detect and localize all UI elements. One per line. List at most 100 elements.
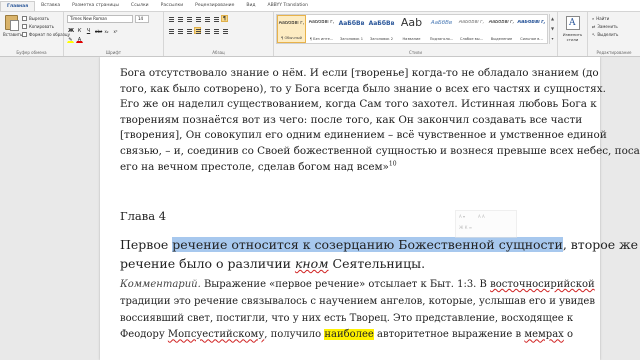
copy-button[interactable]: Копировать xyxy=(22,24,54,29)
commentary-label: Комментарий. xyxy=(120,279,201,290)
bold-icon: Ж К ≡ xyxy=(459,225,473,230)
tab-abbyy[interactable]: ABBYY Translation xyxy=(261,1,313,11)
selected-text[interactable]: речение относится к созерцанию Божествен… xyxy=(172,237,563,252)
document-page[interactable]: Бога отсутствовало знание о нём. И если … xyxy=(100,57,640,360)
align-right-icon xyxy=(187,29,192,34)
multilevel-list-icon xyxy=(187,17,192,22)
select-button[interactable]: ↖ Выделить xyxy=(592,32,618,37)
style-sample: АаБбВв xyxy=(368,20,395,27)
highlighted-text[interactable]: наиболее xyxy=(324,329,374,341)
align-left-icon xyxy=(169,29,174,34)
strikethrough-button[interactable]: abc xyxy=(94,27,102,34)
increase-indent-icon xyxy=(205,17,210,22)
find-button[interactable]: ⌕ Найти xyxy=(592,16,609,21)
text-line: воссиявший свет, постигли, что у них ест… xyxy=(120,312,574,324)
superscript-button[interactable]: x² xyxy=(112,27,119,34)
italic-button[interactable]: К xyxy=(76,27,83,34)
text-run: , получило xyxy=(264,329,325,341)
tab-mailings[interactable]: Рассылки xyxy=(155,1,190,11)
style-heading-2[interactable]: АаБбВв Заголовок 2 xyxy=(367,15,396,43)
document-area[interactable]: Бога отсутствовало знание о нём. И если … xyxy=(0,57,640,360)
ribbon: Главная Вставка Разметка страницы Ссылки… xyxy=(0,0,640,57)
bullets-button[interactable] xyxy=(167,15,174,22)
paste-button[interactable]: Вставить xyxy=(3,15,22,41)
style-subtitle[interactable]: АаБбВв Подзаголо... xyxy=(427,15,456,43)
underline-button[interactable]: Ч xyxy=(85,27,92,34)
style-subtle-emphasis[interactable]: АаБбВвГг, Слабое вы... xyxy=(457,15,486,43)
sort-button[interactable] xyxy=(212,15,219,22)
font-name-select[interactable]: Times New Roman xyxy=(67,15,133,23)
line-spacing-button[interactable] xyxy=(203,27,210,34)
style-heading-1[interactable]: АаБбВв Заголовок 1 xyxy=(337,15,366,43)
change-styles-button[interactable]: Изменить стили xyxy=(558,12,588,56)
style-name: Выделение xyxy=(490,37,513,41)
paragraph-group-label: Абзац xyxy=(212,50,225,55)
editing-group-label: Редактирование xyxy=(596,50,632,55)
style-name: Название xyxy=(402,37,421,41)
bold-button[interactable]: Ж xyxy=(67,27,74,34)
select-label: Выделить xyxy=(597,32,619,37)
spelling-error[interactable]: Мопсуестийскому xyxy=(168,329,264,340)
tab-page-layout[interactable]: Разметка страницы xyxy=(66,1,125,11)
borders-button[interactable] xyxy=(221,27,228,34)
increase-indent-button[interactable] xyxy=(203,15,210,22)
text-run: о xyxy=(563,329,574,341)
style-name: Заголовок 1 xyxy=(339,37,363,41)
align-left-button[interactable] xyxy=(167,27,174,34)
shading-icon xyxy=(214,29,219,34)
style-name: ¶ Обычный xyxy=(281,36,302,40)
style-sample: АаБбВв xyxy=(430,20,453,26)
multilevel-list-button[interactable] xyxy=(185,15,192,22)
brush-icon xyxy=(22,32,27,37)
font-size-select[interactable]: 14 xyxy=(135,15,149,23)
style-emphasis[interactable]: АаБбВвГг, Выделение xyxy=(487,15,516,43)
spelling-error[interactable]: кном xyxy=(295,256,329,271)
text-line: Бога отсутствовало знание о нём. И если … xyxy=(120,67,599,79)
font-group-label: Шрифт xyxy=(105,50,122,55)
style-name: Сильное в... xyxy=(520,37,543,41)
highlight-color-button[interactable]: ✎ xyxy=(67,36,74,43)
align-right-button[interactable] xyxy=(185,27,192,34)
cut-label: Вырезать xyxy=(29,16,50,21)
style-name: Заголовок 2 xyxy=(369,37,393,41)
numbering-button[interactable] xyxy=(176,15,183,22)
decrease-indent-button[interactable] xyxy=(194,15,201,22)
align-center-icon xyxy=(178,29,183,34)
style-title[interactable]: Aab Название xyxy=(397,15,426,43)
replace-button[interactable]: ⇄ Заменить xyxy=(592,24,618,29)
styles-gallery: АаБбВвГг, ¶ Обычный АаБбВвГг, ¶ Без инте… xyxy=(276,14,548,44)
shading-button[interactable] xyxy=(212,27,219,34)
tab-insert[interactable]: Вставка xyxy=(35,1,66,11)
justify-button[interactable] xyxy=(194,27,201,34)
paste-icon xyxy=(5,15,19,31)
text-line: его на вечном престоле, сделав богом над… xyxy=(120,160,562,176)
floating-mini-toolbar[interactable]: A ▾ A A Ж К ≡ xyxy=(455,210,517,238)
gallery-scroll-button[interactable]: ▲ ▼ ▾ xyxy=(549,14,555,44)
style-normal[interactable]: АаБбВвГг, ¶ Обычный xyxy=(277,15,306,43)
footnote-ref[interactable]: 10 xyxy=(389,160,397,167)
tab-references[interactable]: Ссылки xyxy=(125,1,155,11)
text-run: речение было о различии xyxy=(120,256,295,271)
format-painter-button[interactable]: Формат по образцу xyxy=(22,32,70,37)
style-sample: АаБбВвГг, xyxy=(458,20,485,25)
text-run: , второе же xyxy=(562,237,639,252)
font-icon: A ▾ xyxy=(459,214,466,219)
style-intense-emphasis[interactable]: АаБбВвГг, Сильное в... xyxy=(517,15,546,43)
text-line: творениям познаётся вот из чего: после т… xyxy=(120,113,583,126)
show-marks-button[interactable]: ¶ xyxy=(221,15,228,22)
spelling-error[interactable]: мемрах xyxy=(524,329,563,340)
find-label: Найти xyxy=(596,16,610,21)
align-center-button[interactable] xyxy=(176,27,183,34)
subscript-button[interactable]: x₂ xyxy=(103,27,110,34)
text-run: авторитетное выражение в xyxy=(373,329,525,341)
font-color-button[interactable]: А xyxy=(76,36,83,43)
styles-group: АаБбВвГг, ¶ Обычный АаБбВвГг, ¶ Без инте… xyxy=(274,12,558,56)
cut-button[interactable]: Вырезать xyxy=(22,16,49,21)
tab-view[interactable]: Вид xyxy=(240,1,261,11)
tab-home[interactable]: Главная xyxy=(0,1,36,11)
decrease-indent-icon xyxy=(196,17,201,22)
spelling-error[interactable]: восточносирийской xyxy=(490,279,595,290)
style-sample: АаБбВвГг, xyxy=(517,20,546,25)
tab-review[interactable]: Рецензирование xyxy=(189,1,240,11)
style-no-spacing[interactable]: АаБбВвГг, ¶ Без инте... xyxy=(307,15,336,43)
